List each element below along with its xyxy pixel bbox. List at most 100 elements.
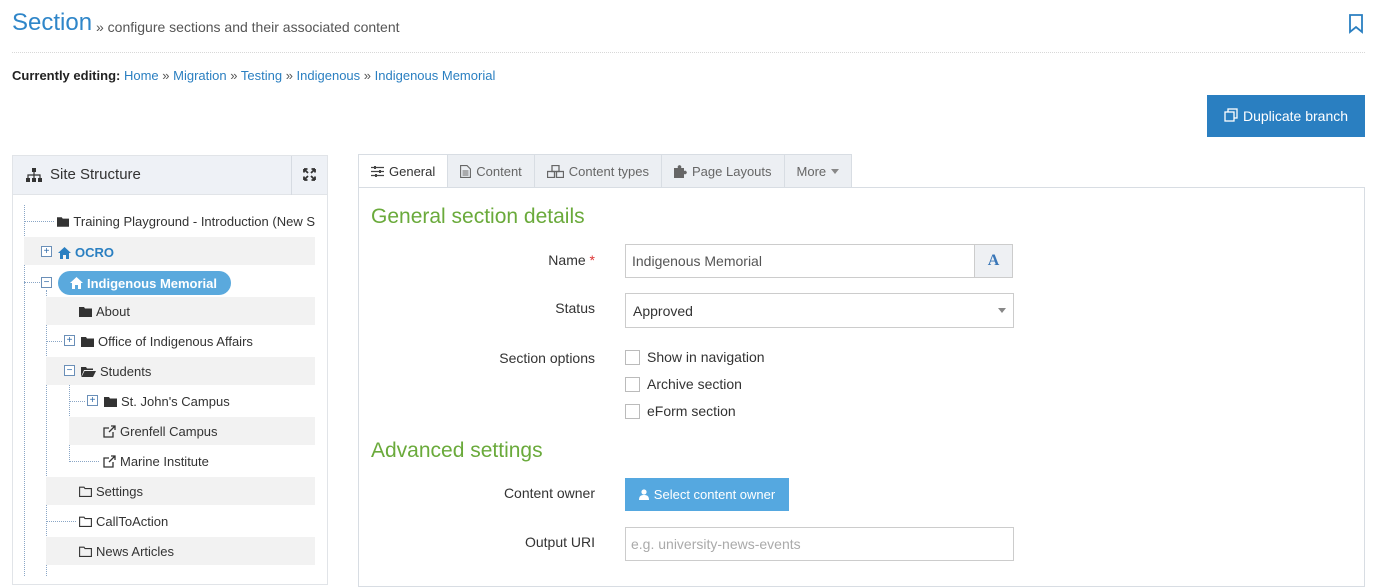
folder-outline-icon [79, 546, 92, 557]
duplicate-branch-button[interactable]: Duplicate branch [1207, 95, 1365, 137]
site-structure-title: Site Structure [50, 166, 141, 183]
breadcrumb-indigenous[interactable]: Indigenous [297, 68, 361, 83]
tree-item-settings[interactable]: Settings [79, 484, 143, 499]
option-label: Archive section [647, 376, 742, 392]
tree-item-grenfell-campus[interactable]: Grenfell Campus [103, 424, 218, 439]
collapse-toggle-icon[interactable]: − [64, 365, 75, 376]
sliders-icon [371, 165, 384, 177]
tab-label: Page Layouts [692, 163, 772, 179]
advanced-settings-heading: Advanced settings [371, 439, 543, 462]
breadcrumb: Currently editing: Home » Migration » Te… [12, 68, 495, 83]
tree-item-news-articles[interactable]: News Articles [79, 544, 174, 559]
tab-label: Content [476, 163, 522, 179]
tab-general[interactable]: General [358, 154, 448, 188]
eform-section-checkbox[interactable] [625, 403, 640, 419]
tab-page-layouts[interactable]: Page Layouts [661, 154, 784, 188]
breadcrumb-testing[interactable]: Testing [241, 68, 282, 83]
breadcrumb-separator: » [162, 68, 170, 83]
tree-connector [69, 461, 99, 462]
expand-toggle-icon[interactable]: + [64, 335, 75, 346]
tree-item-label: OCRO [75, 245, 114, 260]
folder-outline-icon [79, 486, 92, 497]
tree-item-indigenous-memorial[interactable]: Indigenous Memorial [58, 271, 231, 295]
breadcrumb-migration[interactable]: Migration [173, 68, 226, 83]
expand-toggle-icon[interactable]: + [87, 395, 98, 406]
tree-item-calltoaction[interactable]: CallToAction [79, 514, 168, 529]
tree-item-st-johns-campus[interactable]: St. John's Campus [104, 394, 230, 409]
tab-label: Content types [568, 163, 650, 179]
tab-content-types[interactable]: Content types [533, 154, 662, 188]
header-divider [12, 52, 1365, 53]
tab-content[interactable]: Content [447, 154, 534, 188]
expand-icon [303, 167, 316, 184]
user-icon [638, 489, 649, 500]
select-content-owner-button[interactable]: Select content owner [625, 478, 789, 511]
output-uri-input[interactable] [625, 527, 1014, 561]
page-subtitle: » configure sections and their associate… [96, 19, 400, 35]
folder-icon [104, 397, 117, 407]
option-label: eForm section [647, 403, 736, 419]
font-style-button[interactable]: A [974, 244, 1013, 278]
name-input[interactable] [625, 244, 975, 278]
breadcrumb-separator: » [230, 68, 238, 83]
home-icon [58, 246, 71, 259]
tree-connector [24, 221, 54, 222]
folder-outline-icon [79, 516, 92, 527]
option-eform-section[interactable]: eForm section [625, 403, 736, 419]
home-icon [70, 277, 83, 289]
bookmark-icon[interactable] [1348, 14, 1368, 36]
tree-item-about[interactable]: About [79, 304, 130, 319]
status-label: Status [555, 300, 595, 316]
required-mark: * [589, 252, 595, 268]
option-show-in-navigation[interactable]: Show in navigation [625, 349, 765, 365]
duplicate-branch-label: Duplicate branch [1242, 108, 1349, 124]
caret-down-icon [831, 168, 840, 174]
tree-item-label: Office of Indigenous Affairs [98, 334, 253, 349]
tree-item-label: Students [100, 364, 152, 379]
archive-section-checkbox[interactable] [625, 376, 640, 392]
breadcrumb-separator: » [285, 68, 293, 83]
show-in-navigation-checkbox[interactable] [625, 349, 640, 365]
tree-item-label: St. John's Campus [121, 394, 230, 409]
tree-item-label: Settings [96, 484, 143, 499]
cubes-icon [546, 164, 564, 178]
copy-icon [1224, 107, 1238, 125]
tree-item-training-playground[interactable]: Training Playground - Introduction (New … [57, 214, 315, 229]
tree-item-label: News Articles [96, 544, 175, 559]
site-structure-header: Site Structure [13, 156, 327, 195]
tree-item-ocro[interactable]: OCRO [58, 245, 114, 260]
breadcrumb-indigenous-memorial[interactable]: Indigenous Memorial [375, 68, 496, 83]
option-archive-section[interactable]: Archive section [625, 376, 742, 392]
content-owner-label: Content owner [503, 485, 595, 501]
breadcrumb-label: Currently editing: [12, 68, 121, 83]
name-label: Name * [355, 252, 595, 268]
tree-item-label: Training Playground - Introduction (New … [73, 214, 315, 229]
expand-toggle-icon[interactable]: + [41, 246, 52, 257]
tree-item-office-of-indigenous-affairs[interactable]: Office of Indigenous Affairs [81, 334, 253, 349]
sitemap-icon [26, 168, 42, 185]
tab-more[interactable]: More [783, 154, 853, 188]
folder-icon [79, 307, 92, 317]
page-title: Section [12, 9, 93, 36]
collapse-toggle-icon[interactable]: − [41, 277, 52, 288]
external-link-icon [103, 425, 116, 438]
tree-item-label: Marine Institute [120, 454, 209, 469]
output-uri-label: Output URI [524, 534, 595, 550]
tab-label: General [389, 163, 436, 179]
chevron-down-icon [998, 308, 1006, 313]
tree-connector [46, 521, 76, 522]
tree-item-marine-institute[interactable]: Marine Institute [103, 454, 209, 469]
status-select[interactable]: Approved [625, 293, 1014, 328]
tab-label: More [796, 163, 827, 179]
tree-connector [69, 401, 85, 402]
breadcrumb-separator: » [363, 68, 372, 83]
tree-item-label: Indigenous Memorial [87, 275, 218, 291]
expand-panel-button[interactable] [291, 156, 327, 195]
tree-connector [24, 282, 40, 283]
tree-item-label: About [96, 304, 130, 319]
folder-open-icon [81, 367, 96, 377]
select-content-owner-label: Select content owner [653, 487, 776, 502]
breadcrumb-home[interactable]: Home [124, 68, 159, 83]
name-label-text: Name [548, 252, 586, 268]
tree-item-students[interactable]: Students [81, 364, 151, 379]
